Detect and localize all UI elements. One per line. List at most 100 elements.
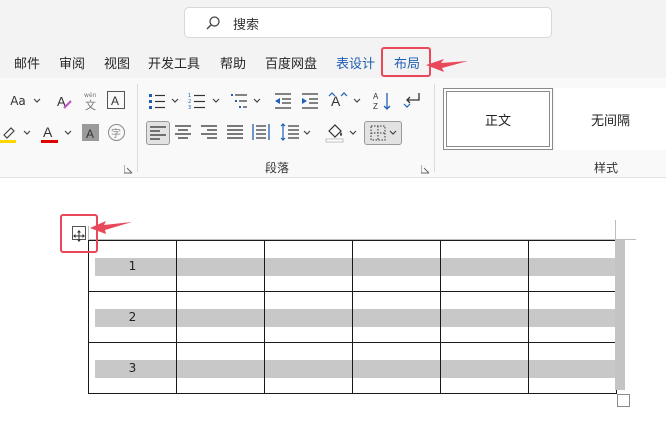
svg-text:A: A <box>86 127 94 140</box>
search-box[interactable]: 搜索 <box>184 7 552 38</box>
distributed-icon <box>252 124 270 140</box>
svg-text:A: A <box>373 92 379 101</box>
search-icon <box>205 15 221 31</box>
style-no-spacing[interactable]: 无间隔 <box>555 88 666 150</box>
clear-formatting-icon: A <box>57 94 72 109</box>
chevron-down-icon <box>389 130 396 135</box>
table-cell[interactable] <box>528 291 617 343</box>
layout-tab-highlight <box>381 47 431 77</box>
table-row: 1 <box>88 240 617 292</box>
table-cell[interactable] <box>528 240 617 292</box>
row-number: 2 <box>128 310 137 324</box>
table-cell[interactable]: 1 <box>88 240 177 292</box>
chevron-down-icon[interactable] <box>23 129 31 137</box>
numbering-button[interactable]: 123 <box>188 92 206 110</box>
search-label: 搜索 <box>233 18 260 33</box>
table-cell[interactable] <box>264 342 353 394</box>
align-right-icon <box>201 125 217 139</box>
highlighter-icon <box>0 127 16 143</box>
chevron-down-icon[interactable] <box>353 97 361 105</box>
sort-button[interactable]: AZ <box>372 90 392 112</box>
svg-text:字: 字 <box>111 127 121 140</box>
tab-developer[interactable]: 开发工具 <box>148 53 200 72</box>
tab-table-design[interactable]: 表设计 <box>336 53 375 72</box>
table-move-handle[interactable] <box>72 226 86 242</box>
table-cell[interactable] <box>176 291 265 343</box>
table-cell[interactable] <box>528 342 617 394</box>
chevron-down-icon[interactable] <box>253 97 261 105</box>
align-left-icon <box>150 126 166 140</box>
paragraph-mark-icon <box>403 93 420 108</box>
document-table: 1 2 3 <box>88 240 617 394</box>
line-spacing-icon <box>280 123 299 141</box>
phonetic-guide-button[interactable]: wén 文 <box>82 90 100 112</box>
phonetic-guide-icon: wén文 <box>84 92 97 112</box>
shading-button[interactable] <box>325 121 345 143</box>
font-dialog-launcher-icon[interactable] <box>124 165 133 174</box>
table-right-guide <box>615 220 616 240</box>
borders-icon <box>370 125 385 141</box>
enclose-characters-icon: 字 <box>108 124 125 141</box>
align-right-button[interactable] <box>201 124 217 140</box>
tab-baidu-netdisk[interactable]: 百度网盘 <box>265 53 317 72</box>
title-bar: 搜索 <box>0 0 666 44</box>
line-spacing-button[interactable] <box>280 122 300 142</box>
row-number: 3 <box>128 361 137 375</box>
chevron-down-icon[interactable] <box>171 97 179 105</box>
svg-text:文: 文 <box>85 98 96 112</box>
highlighter-button[interactable] <box>0 122 20 144</box>
align-center-icon <box>175 125 191 139</box>
decrease-indent-icon <box>275 93 291 109</box>
tab-mailings[interactable]: 邮件 <box>14 53 40 72</box>
svg-text:wén: wén <box>84 92 97 99</box>
chevron-down-icon[interactable] <box>303 129 311 137</box>
chevron-down-icon[interactable] <box>33 97 41 105</box>
table-cell[interactable] <box>176 240 265 292</box>
chinese-layout-icon: A <box>328 92 348 109</box>
bullets-button[interactable] <box>148 92 166 110</box>
tab-help[interactable]: 帮助 <box>220 53 246 72</box>
font-color-button[interactable]: A <box>40 122 60 144</box>
table-cell[interactable] <box>264 240 353 292</box>
style-normal[interactable]: 正文 <box>443 88 553 150</box>
table-cell[interactable] <box>352 342 441 394</box>
table-cell[interactable] <box>176 342 265 394</box>
style-no-spacing-label: 无间隔 <box>590 113 630 129</box>
styles-group-label: 样式 <box>594 161 619 175</box>
group-divider <box>434 84 435 172</box>
multilevel-list-button[interactable] <box>230 92 248 110</box>
justify-button[interactable] <box>227 124 243 140</box>
table-cell[interactable] <box>440 342 529 394</box>
chevron-down-icon[interactable] <box>212 97 220 105</box>
character-shading-button[interactable]: A <box>82 124 99 141</box>
table-cell[interactable] <box>352 240 441 292</box>
table-cell[interactable] <box>440 291 529 343</box>
svg-text:A: A <box>331 93 341 109</box>
svg-text:Z: Z <box>373 102 378 111</box>
table-cell[interactable] <box>264 291 353 343</box>
table-resize-handle[interactable] <box>617 394 630 407</box>
borders-button[interactable] <box>364 121 402 145</box>
chinese-layout-button[interactable]: A <box>328 91 348 111</box>
decrease-indent-button[interactable] <box>274 92 292 110</box>
font-size-cycle-button[interactable]: Aa <box>6 92 30 110</box>
paragraph-dialog-launcher-icon[interactable] <box>421 165 430 174</box>
distributed-button[interactable] <box>252 123 270 141</box>
chevron-down-icon[interactable] <box>64 129 72 137</box>
ribbon-tabs: 邮件 审阅 视图 开发工具 帮助 百度网盘 表设计 布局 <box>0 44 666 78</box>
show-paragraph-marks-button[interactable] <box>401 90 423 112</box>
enclose-characters-button[interactable]: 字 <box>107 123 126 142</box>
tab-view[interactable]: 视图 <box>104 53 130 72</box>
paragraph-group-label: 段落 <box>265 161 290 175</box>
tab-review[interactable]: 审阅 <box>59 53 85 72</box>
table-cell[interactable]: 3 <box>88 342 177 394</box>
align-left-button[interactable] <box>146 121 170 145</box>
align-center-button[interactable] <box>175 124 191 140</box>
chevron-down-icon[interactable] <box>349 129 357 137</box>
table-cell[interactable] <box>352 291 441 343</box>
increase-indent-button[interactable] <box>301 92 319 110</box>
clear-formatting-button[interactable]: A <box>54 91 74 111</box>
table-cell[interactable]: 2 <box>88 291 177 343</box>
table-cell[interactable] <box>440 240 529 292</box>
character-border-button[interactable]: A <box>107 91 125 109</box>
